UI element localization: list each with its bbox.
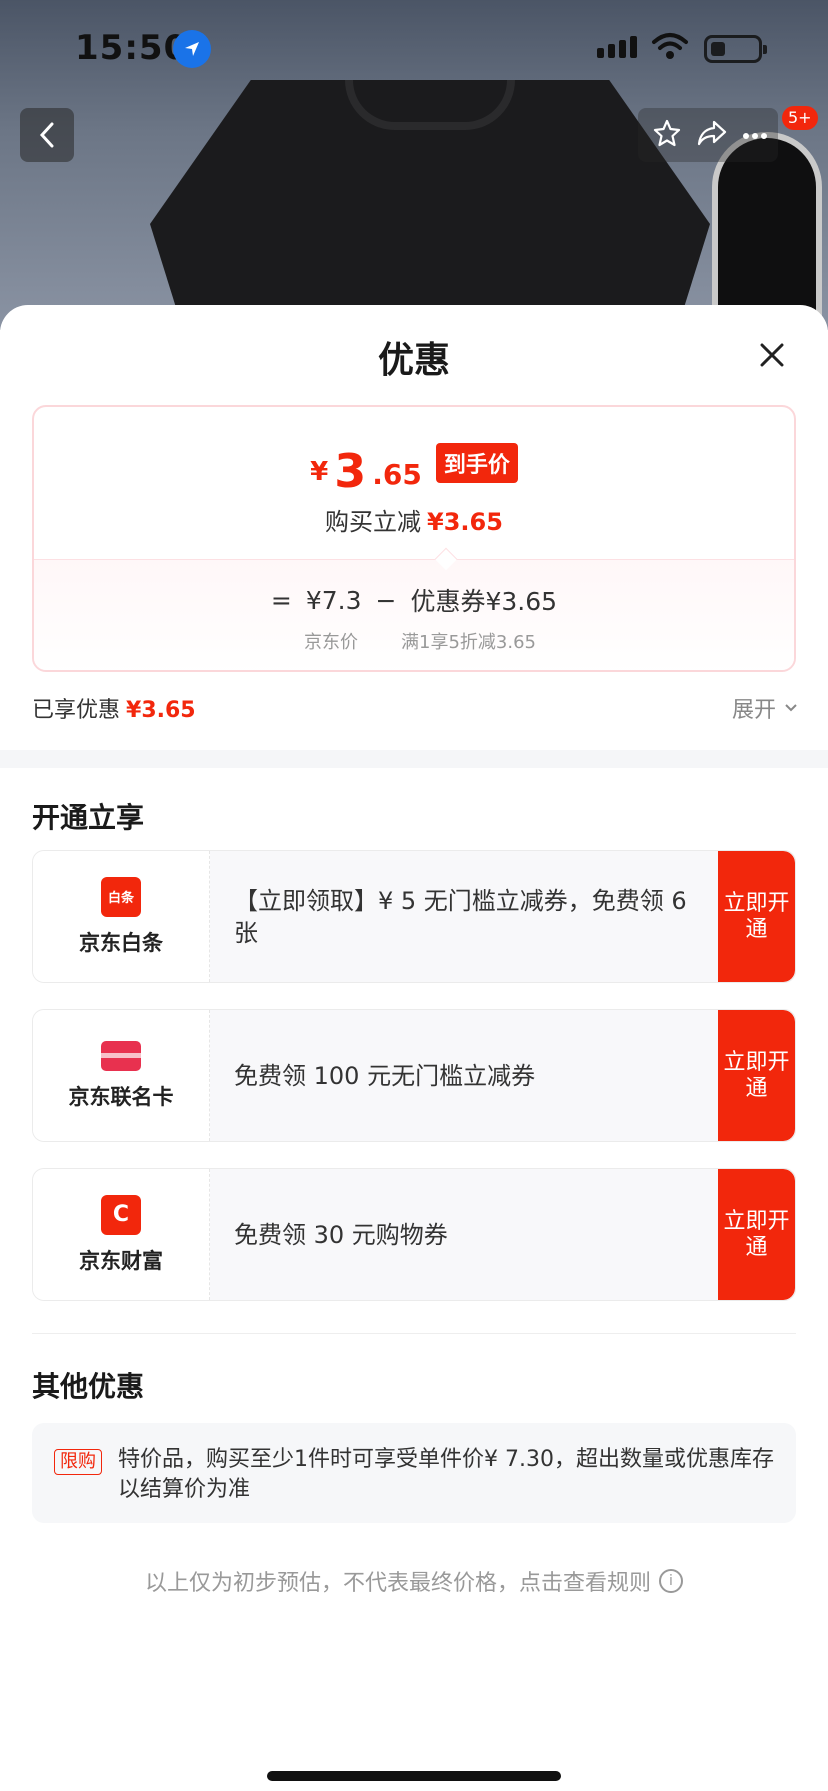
jd-price-caption: 京东价 [304, 632, 358, 653]
status-time: 15:50 [75, 28, 189, 68]
open-section-title: 开通立享 [32, 801, 145, 834]
share-icon[interactable] [696, 118, 728, 152]
status-bar: 15:50 [0, 0, 828, 100]
limit-tag: 限购 [54, 1449, 102, 1475]
enjoyed-label: 已享优惠 [32, 698, 121, 723]
jd-price: ¥7.3 [305, 585, 362, 615]
limit-text: 特价品，购买至少1件时可享受单件价¥ 7.30，超出数量或优惠库存以结算价为准 [118, 1447, 774, 1502]
chevron-left-icon [39, 122, 54, 148]
expand-button[interactable]: 展开 [732, 692, 798, 724]
card-stripe [101, 1053, 141, 1058]
sheet-title: 优惠 [377, 340, 450, 381]
reduce-amount: ¥3.65 [427, 508, 503, 536]
hand-price-tag: 到手价 [435, 443, 518, 483]
other-section-title: 其他优惠 [32, 1370, 145, 1403]
offer-name: 京东联名卡 [68, 1084, 174, 1109]
price-decimal: .65 [372, 458, 422, 491]
offer-card-baitiao[interactable]: 白条 京东白条 【立即领取】¥ 5 无门槛立减券，免费领 6 张 立即开通 [32, 850, 796, 983]
wifi-icon [650, 32, 690, 66]
offer-brand: C 京东财富 [33, 1169, 210, 1300]
close-button[interactable] [752, 335, 792, 375]
discount-sheet: 优惠 ¥ 3 .65 到手价 购买立减 ¥3.65 = ¥7.3 − 优惠券¥3.… [0, 305, 828, 1791]
offer-description: 【立即领取】¥ 5 无门槛立减券，免费领 6 张 [234, 886, 687, 947]
price-calc-section: = ¥7.3 − 优惠券¥3.65 京东价 满1享5折减3.65 [34, 560, 794, 670]
chevron-down-icon [785, 704, 797, 712]
baitiao-logo-text: 白条 [107, 891, 134, 906]
currency-symbol: ¥ [310, 457, 329, 487]
limit-purchase-box: 限购 特价品，购买至少1件时可享受单件价¥ 7.30，超出数量或优惠库存以结算价… [32, 1423, 796, 1523]
coupon-amount: 优惠券¥3.65 [410, 587, 558, 616]
divider [32, 1333, 796, 1334]
open-now-button[interactable]: 立即开通 [718, 1169, 795, 1300]
info-icon[interactable]: i [659, 1569, 683, 1593]
offer-card-wealth[interactable]: C 京东财富 免费领 30 元购物券 立即开通 [32, 1168, 796, 1301]
reduce-label: 购买立减 [325, 508, 422, 536]
offer-description: 免费领 100 元无门槛立减券 [234, 1061, 536, 1090]
offer-name: 京东财富 [79, 1248, 163, 1273]
enjoyed-discount: 已享优惠 ¥3.65 [32, 692, 196, 724]
offer-description: 免费领 30 元购物券 [234, 1220, 448, 1249]
price-calc-line: = ¥7.3 − 优惠券¥3.65 [34, 582, 794, 618]
price-card: ¥ 3 .65 到手价 购买立减 ¥3.65 = ¥7.3 − 优惠券¥3.65 … [32, 405, 796, 672]
expand-label: 展开 [731, 698, 776, 723]
section-separator [0, 750, 828, 768]
reduce-line: 购买立减 ¥3.65 [34, 502, 794, 537]
offer-brand: 京东联名卡 [33, 1010, 210, 1141]
baitiao-logo-icon: 白条 [101, 876, 141, 917]
location-arrow-icon [173, 30, 211, 68]
cart-badge: 5+ [782, 106, 818, 130]
final-price: ¥ 3 .65 到手价 [34, 443, 794, 495]
product-tshirt-image [150, 80, 710, 330]
rules-note-text: 以上仅为初步预估，不代表最终价格，点击查看规则 [144, 1571, 651, 1596]
price-integer: 3 [334, 444, 367, 498]
nav-actions [638, 108, 778, 162]
open-now-button[interactable]: 立即开通 [718, 851, 795, 982]
equals-sign: = [270, 585, 292, 615]
enjoyed-amount: ¥3.65 [126, 698, 196, 723]
back-button[interactable] [20, 108, 74, 162]
offer-card-cobrand[interactable]: 京东联名卡 免费领 100 元无门槛立减券 立即开通 [32, 1009, 796, 1142]
wealth-logo-text: C [112, 1202, 130, 1227]
star-icon[interactable] [652, 118, 682, 152]
open-now-button[interactable]: 立即开通 [718, 1010, 795, 1141]
minus-sign: − [375, 585, 397, 615]
home-indicator [267, 1771, 561, 1781]
offer-brand: 白条 京东白条 [33, 851, 210, 982]
coupon-caption: 满1享5折减3.65 [401, 632, 536, 653]
jd-wealth-logo-icon: C [101, 1194, 141, 1235]
credit-card-icon [101, 1040, 141, 1071]
rules-note[interactable]: 以上仅为初步预估，不代表最终价格，点击查看规则 i [0, 1565, 828, 1597]
battery-icon [704, 35, 767, 63]
price-card-top: ¥ 3 .65 到手价 购买立减 ¥3.65 [34, 407, 794, 559]
offer-name: 京东白条 [79, 930, 163, 955]
close-icon [760, 343, 784, 367]
more-icon[interactable] [742, 126, 768, 145]
cellular-signal-icon [597, 36, 637, 58]
